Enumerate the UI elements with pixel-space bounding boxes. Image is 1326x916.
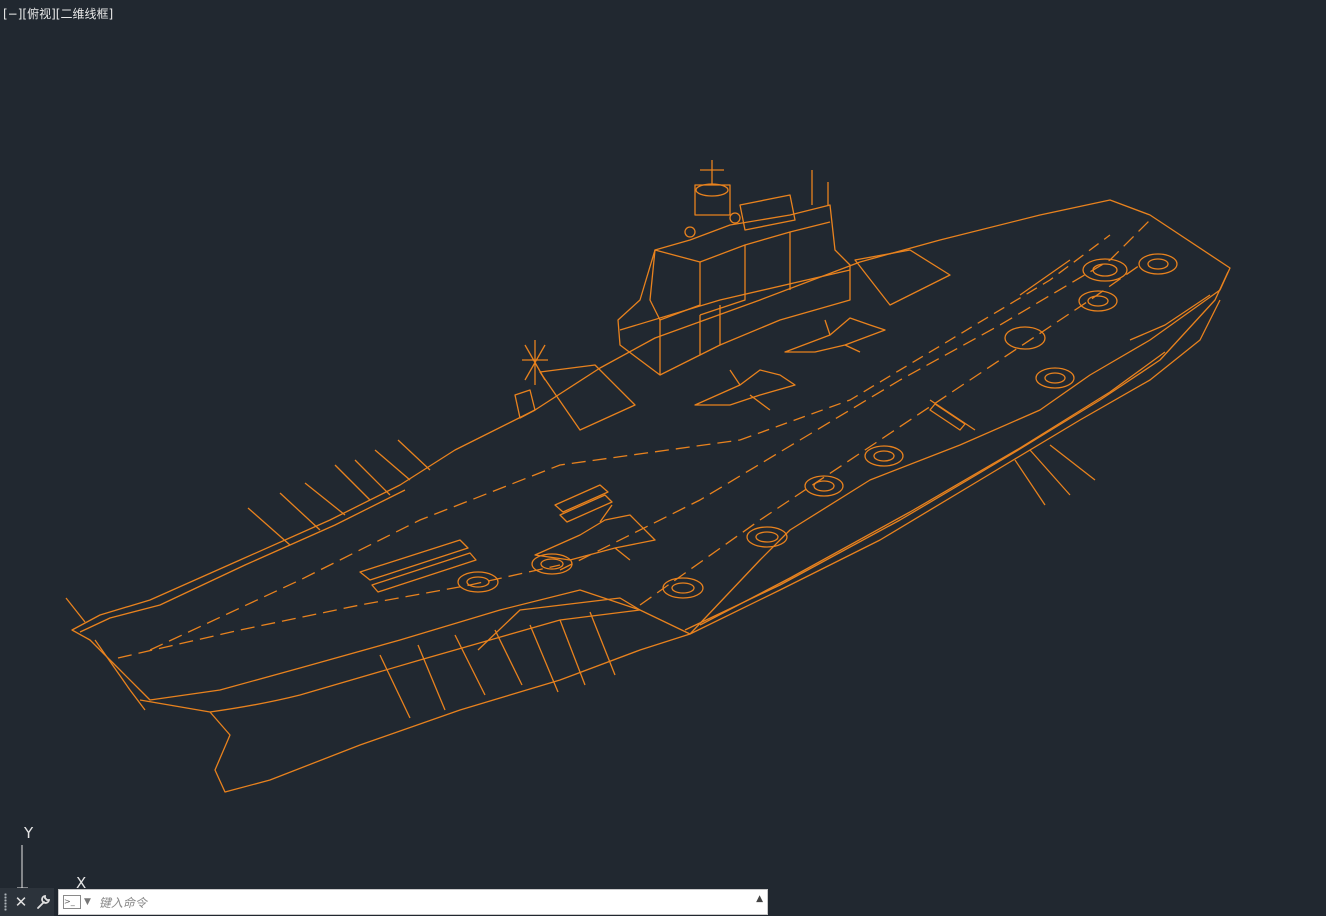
command-input-placeholder: 键入命令 — [98, 895, 147, 910]
command-prompt-icon[interactable]: >_ — [63, 895, 81, 909]
mast — [694, 184, 731, 216]
island-superstructure — [617, 204, 851, 376]
aircraft-1 — [694, 369, 796, 411]
command-line-grip[interactable] — [0, 888, 10, 916]
aircraft-3 — [534, 504, 656, 561]
aircraft-carrier-drawing — [65, 160, 1231, 793]
wrench-icon[interactable] — [32, 888, 54, 916]
command-line: ✕ >_ ▼ 键入命令 ▲ — [0, 888, 768, 916]
ucs-y-label: Y — [24, 824, 34, 842]
close-icon[interactable]: ✕ — [10, 888, 32, 916]
chevron-down-icon[interactable]: ▼ — [84, 897, 91, 907]
chevron-up-icon[interactable]: ▲ — [756, 894, 763, 904]
drawing-canvas[interactable] — [0, 0, 1326, 888]
aircraft-2 — [784, 317, 886, 353]
command-input[interactable]: >_ ▼ 键入命令 ▲ — [58, 889, 768, 915]
